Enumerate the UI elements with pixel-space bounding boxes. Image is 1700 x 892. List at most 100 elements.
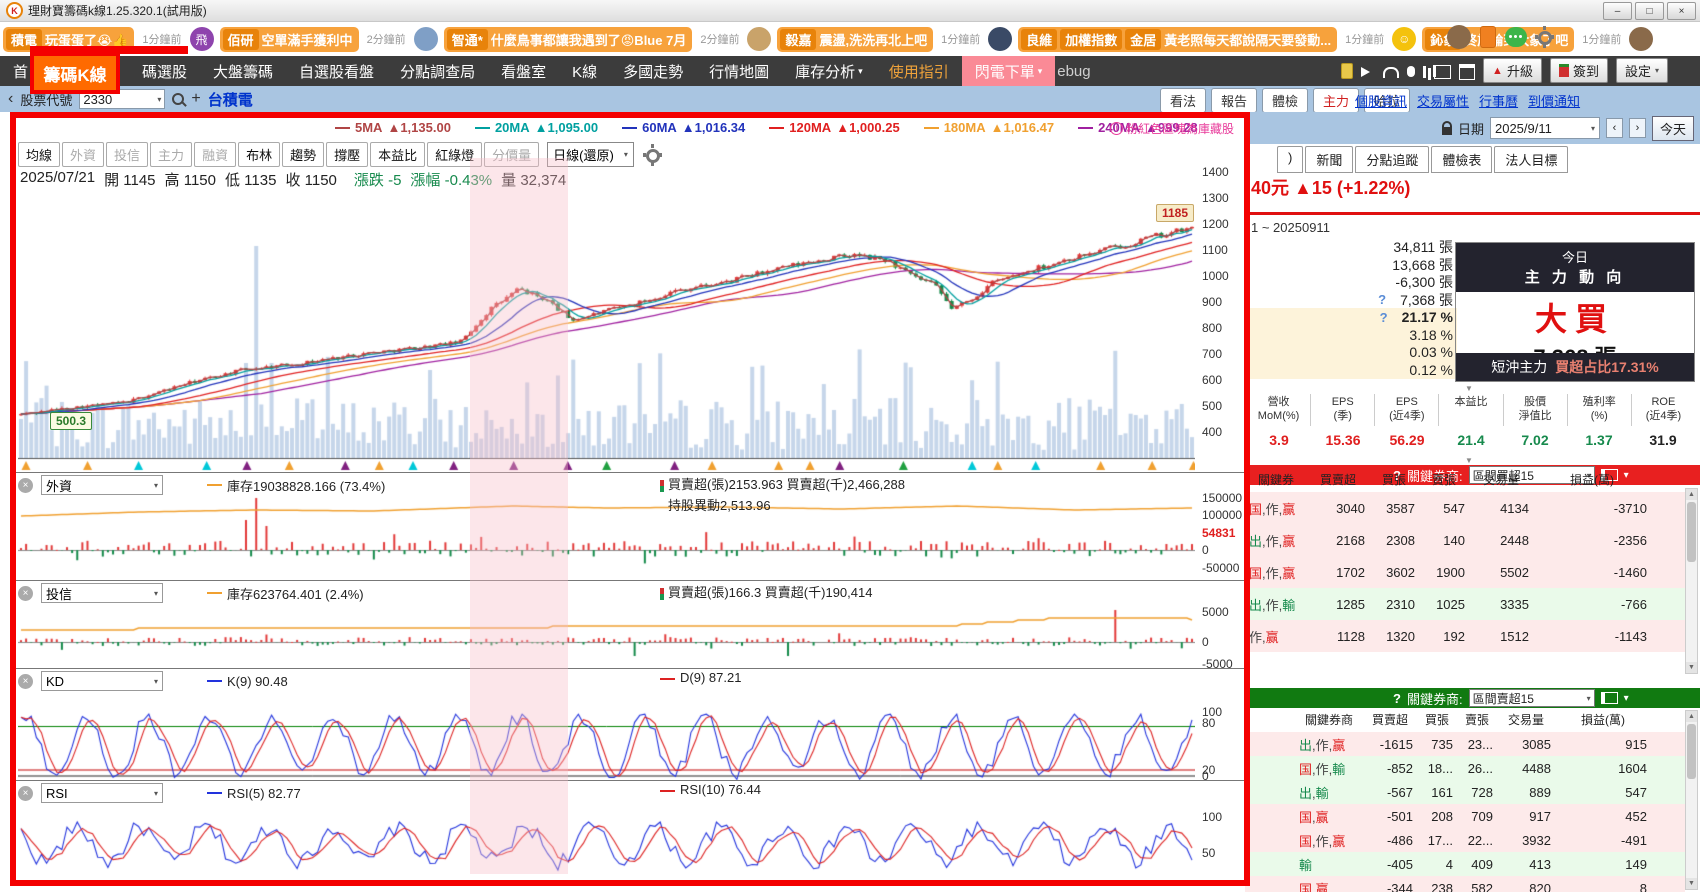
table-row[interactable]: 国,作,赢-48617...22...3932-491 <box>1245 828 1685 852</box>
minimize-button[interactable]: – <box>1603 2 1632 20</box>
foreign-pane-select[interactable]: 外資▾ <box>41 475 163 495</box>
date-next-button[interactable]: › <box>1629 118 1646 138</box>
close-pane-icon[interactable]: × <box>18 674 33 689</box>
menu-item-多國走勢[interactable]: 多國走勢 <box>610 56 696 86</box>
signin-button[interactable]: 簽到 <box>1550 58 1608 83</box>
panel-tab-)[interactable]: ) <box>1277 146 1303 173</box>
today-button[interactable]: 今天 <box>1652 116 1694 141</box>
chart-tool-外資[interactable]: 外資 <box>62 142 104 167</box>
chat-badge[interactable]: 毅嘉震盪,洗洗再北上吧 <box>777 27 933 52</box>
splitter-handle[interactable]: ▼ <box>1465 456 1473 465</box>
promo-icon[interactable] <box>1480 26 1496 48</box>
table-row[interactable]: 国,作,赢304035875474134-3710 <box>1245 492 1685 524</box>
table-row[interactable]: 作,赢112813201921512-1143 <box>1245 620 1685 652</box>
panel-tab-新聞[interactable]: 新聞 <box>1305 146 1353 173</box>
menu-item-行情地圖[interactable]: 行情地圖 <box>696 56 782 86</box>
chart-tool-投信[interactable]: 投信 <box>106 142 148 167</box>
stock-button-看法[interactable]: 看法 <box>1160 88 1206 113</box>
panel-tab-法人目標[interactable]: 法人目標 <box>1494 146 1568 173</box>
stats-icon[interactable] <box>1423 66 1426 78</box>
table-row[interactable]: 国,赢-3442385828208 <box>1245 876 1685 892</box>
date-prev-button[interactable]: ‹ <box>1606 118 1623 138</box>
menu-item-碼選股[interactable]: 碼選股 <box>129 56 200 86</box>
chat-badge[interactable]: 良維加權指數金居黃老照每天都說隔天要發動... <box>1018 27 1337 52</box>
panel-tab-分點追蹤[interactable]: 分點追蹤 <box>1355 146 1429 173</box>
help-icon[interactable]: ? <box>1393 691 1401 706</box>
sell-range-select[interactable]: 區間賣超15▾ <box>1469 689 1595 707</box>
pane-divider[interactable] <box>16 472 1244 473</box>
candlestick-chart[interactable] <box>18 178 1195 472</box>
pane-divider[interactable] <box>16 668 1244 669</box>
announcement-icon[interactable] <box>1361 67 1375 77</box>
stock-button-體檢[interactable]: 體檢 <box>1262 88 1308 113</box>
table-row[interactable]: 出,輸-567161728889547 <box>1245 780 1685 804</box>
upgrade-button[interactable]: ▲升級 <box>1483 58 1542 83</box>
menu-item-閃電下單[interactable]: 閃電下單▾ <box>962 56 1056 86</box>
chat-badge[interactable]: 佰研空單滿手獲利中 <box>220 27 359 52</box>
rsi-pane-chart[interactable] <box>18 804 1195 876</box>
stock-button-報告[interactable]: 報告 <box>1211 88 1257 113</box>
user-avatar[interactable] <box>747 27 771 51</box>
table-row[interactable]: 出,作,赢-161573523...3085915 <box>1245 732 1685 756</box>
gear-icon[interactable] <box>1536 29 1552 45</box>
kd-pane-chart[interactable] <box>18 692 1195 780</box>
user-avatar[interactable] <box>1629 27 1653 51</box>
chat-badge[interactable]: 智通*什麼鳥事都讓我遇到了😡Blue 7月 <box>444 27 693 52</box>
pane-divider[interactable] <box>16 580 1244 581</box>
panel-tab-體檢表[interactable]: 體檢表 <box>1431 146 1492 173</box>
stock-name-link[interactable]: 台積電 <box>208 89 253 110</box>
chart-tool-主力[interactable]: 主力 <box>150 142 192 167</box>
period-select[interactable]: 日線(還原)▾ <box>547 142 634 167</box>
user-avatar[interactable]: 飛 <box>190 27 214 51</box>
window-layout-icon[interactable] <box>1459 64 1475 80</box>
chart-tool-趨勢[interactable]: 趨勢 <box>282 142 324 167</box>
trust-pane-chart[interactable] <box>18 604 1195 668</box>
chart-tool-本益比[interactable]: 本益比 <box>370 142 425 167</box>
settings-button[interactable]: 設定▾ <box>1616 58 1668 83</box>
annotation-menu-highlight[interactable]: 籌碼K線 <box>30 52 120 94</box>
table-row[interactable]: 出,作,赢216823081402448-2356 <box>1245 524 1685 556</box>
kd-pane-select[interactable]: KD▾ <box>41 671 163 691</box>
table-row[interactable]: 国,赢-501208709917452 <box>1245 804 1685 828</box>
date-input[interactable]: 2025/9/11▾ <box>1490 117 1600 139</box>
chat-bubble-icon[interactable] <box>1505 27 1527 47</box>
close-pane-icon[interactable]: × <box>18 478 33 493</box>
splitter-handle[interactable]: ▼ <box>1465 384 1473 393</box>
trust-pane-select[interactable]: 投信▾ <box>41 583 163 603</box>
mic-icon[interactable] <box>1407 66 1415 77</box>
stock-link-到價通知[interactable]: 到價通知 <box>1528 91 1580 110</box>
chart-tool-撐壓[interactable]: 撐壓 <box>326 142 368 167</box>
chart-tool-分價量[interactable]: 分價量 <box>484 142 539 167</box>
lock-icon[interactable] <box>1442 127 1452 135</box>
notes-icon[interactable] <box>1341 63 1353 79</box>
rsi-pane-select[interactable]: RSI▾ <box>41 783 163 803</box>
collapse-icon[interactable]: ▾ <box>1624 693 1629 704</box>
user-avatar[interactable]: ☺ <box>1392 27 1416 51</box>
menu-item-K線[interactable]: K線 <box>559 56 610 86</box>
table-row[interactable]: 輸-4054409413149 <box>1245 852 1685 876</box>
table-row[interactable]: 国,作,輸-85218...26...44881604 <box>1245 756 1685 780</box>
headset-icon[interactable] <box>1383 67 1399 78</box>
search-icon[interactable] <box>172 93 184 105</box>
menu-item-分點調查局[interactable]: 分點調查局 <box>387 56 488 86</box>
menu-item-庫存分析[interactable]: 庫存分析▾ <box>782 56 876 86</box>
menu-item-大盤籌碼[interactable]: 大盤籌碼 <box>200 56 286 86</box>
snapshot-icon[interactable] <box>1434 65 1451 79</box>
help-icon[interactable]: ? <box>1380 310 1388 325</box>
chart-settings-gear-icon[interactable] <box>644 147 660 163</box>
chart-tool-紅綠燈[interactable]: 紅綠燈 <box>427 142 482 167</box>
user-avatar[interactable] <box>1447 25 1471 49</box>
close-button[interactable]: × <box>1667 2 1696 20</box>
pane-divider[interactable] <box>16 780 1244 781</box>
chart-tool-融資[interactable]: 融資 <box>194 142 236 167</box>
stock-link-行事曆[interactable]: 行事曆 <box>1479 91 1518 110</box>
close-pane-icon[interactable]: × <box>18 586 33 601</box>
add-stock-button[interactable]: + <box>191 90 200 108</box>
sell-table-scrollbar[interactable]: ▲ ▼ <box>1685 710 1698 890</box>
menu-item-ebug[interactable]: ebug <box>1055 56 1103 86</box>
menu-item-自選股看盤[interactable]: 自選股看盤 <box>286 56 387 86</box>
stock-button-主力[interactable]: 主力 <box>1313 88 1359 113</box>
chart-tool-均線[interactable]: 均線 <box>18 142 60 167</box>
stock-link-個股資訊[interactable]: 個股資訊 <box>1355 91 1407 110</box>
close-pane-icon[interactable]: × <box>18 786 33 801</box>
